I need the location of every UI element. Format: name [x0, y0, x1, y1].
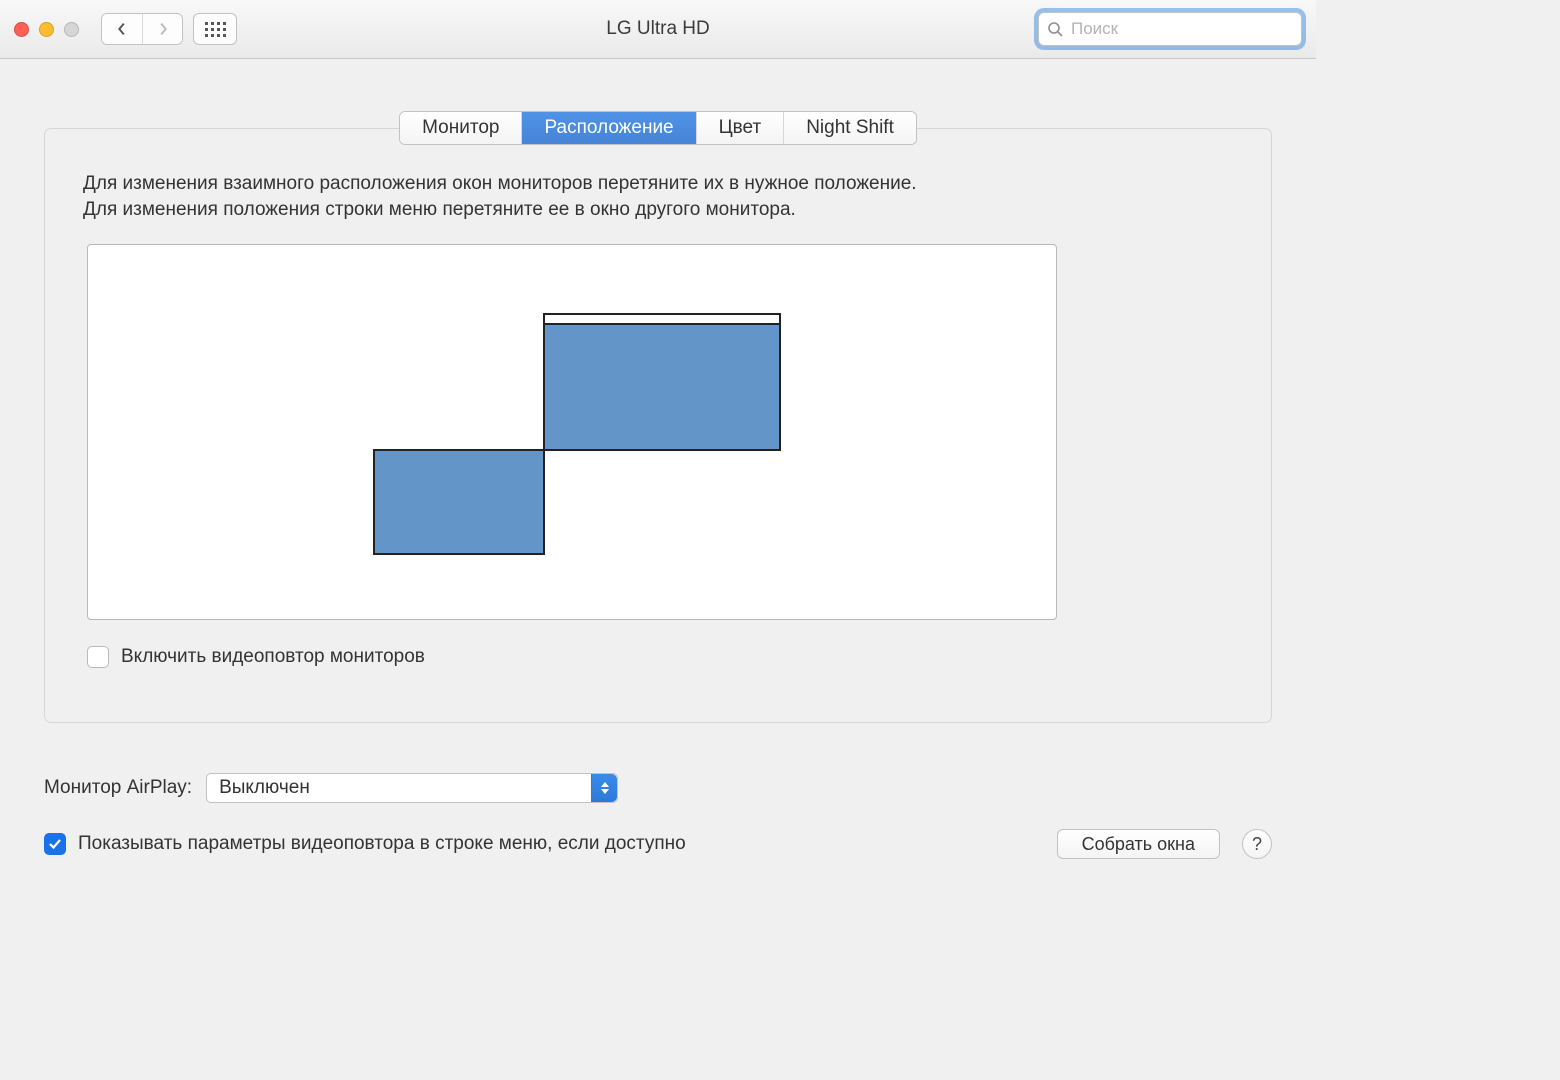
- window-title: LG Ultra HD: [606, 18, 709, 40]
- grid-icon: [205, 22, 226, 37]
- check-icon: [48, 837, 62, 851]
- arrangement-panel: Для изменения взаимного расположения око…: [44, 128, 1272, 723]
- instructions-line-2: Для изменения положения строки меню пере…: [83, 197, 1233, 223]
- tab-monitor[interactable]: Монитор: [400, 112, 521, 144]
- search-icon: [1047, 21, 1063, 37]
- show-all-button[interactable]: [193, 13, 237, 45]
- menu-bar-indicator[interactable]: [545, 315, 779, 325]
- select-stepper-icon: [591, 774, 617, 802]
- airplay-label: Монитор AirPlay:: [44, 777, 192, 799]
- mirror-row: Включить видеоповтор мониторов: [87, 646, 1233, 668]
- mirror-label: Включить видеоповтор мониторов: [121, 646, 425, 668]
- forward-button[interactable]: [142, 14, 182, 44]
- tablist: Монитор Расположение Цвет Night Shift: [399, 111, 917, 145]
- help-button[interactable]: ?: [1242, 829, 1272, 859]
- content: Монитор Расположение Цвет Night Shift Дл…: [0, 59, 1316, 911]
- airplay-value: Выключен: [219, 777, 310, 799]
- display-primary[interactable]: [543, 313, 781, 451]
- instructions-line-1: Для изменения взаимного расположения око…: [83, 171, 1233, 197]
- mirror-checkbox[interactable]: [87, 646, 109, 668]
- display-secondary[interactable]: [373, 449, 545, 555]
- tab-arrangement[interactable]: Расположение: [521, 112, 695, 144]
- instructions: Для изменения взаимного расположения око…: [83, 171, 1233, 222]
- titlebar: LG Ultra HD: [0, 0, 1316, 59]
- search-input[interactable]: [1038, 12, 1302, 46]
- close-button[interactable]: [14, 22, 29, 37]
- display-arrangement-area[interactable]: [87, 244, 1057, 620]
- tab-color[interactable]: Цвет: [696, 112, 784, 144]
- tab-nightshift[interactable]: Night Shift: [783, 112, 916, 144]
- preferences-window: LG Ultra HD Монитор Расположение Цвет Ni…: [0, 0, 1316, 911]
- footer-row: Показывать параметры видеоповтора в стро…: [44, 829, 1272, 859]
- back-button[interactable]: [102, 14, 142, 44]
- nav-back-forward: [101, 13, 183, 45]
- chevron-left-icon: [116, 21, 128, 37]
- traffic-lights: [14, 22, 79, 37]
- airplay-select[interactable]: Выключен: [206, 773, 618, 803]
- show-mirror-menubar-checkbox[interactable]: [44, 833, 66, 855]
- search-wrap: [1038, 12, 1302, 46]
- chevron-right-icon: [157, 21, 169, 37]
- minimize-button[interactable]: [39, 22, 54, 37]
- gather-windows-button[interactable]: Собрать окна: [1057, 829, 1220, 859]
- zoom-button[interactable]: [64, 22, 79, 37]
- show-mirror-menubar-label: Показывать параметры видеоповтора в стро…: [78, 833, 686, 855]
- airplay-row: Монитор AirPlay: Выключен: [44, 773, 1272, 803]
